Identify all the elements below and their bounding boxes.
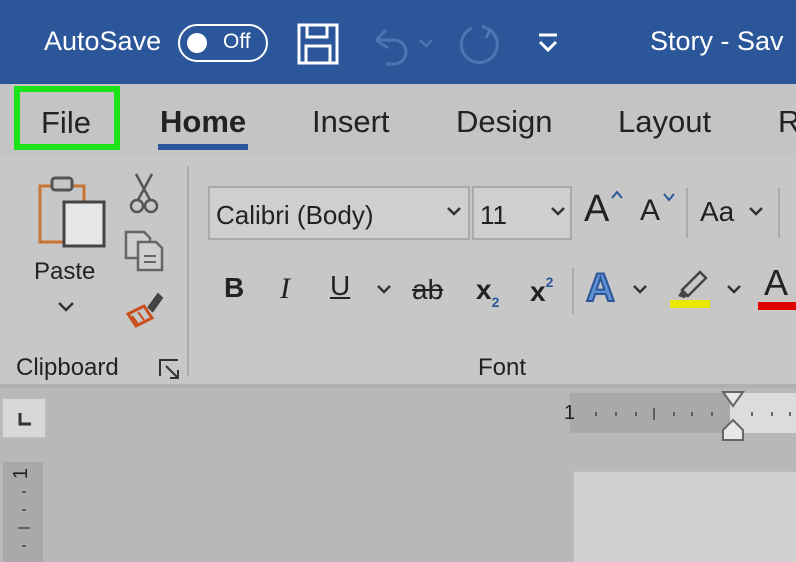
separator [572, 268, 574, 314]
toggle-knob [187, 33, 207, 53]
clipboard-group-label: Clipboard [16, 354, 119, 381]
copy-icon[interactable] [122, 228, 166, 272]
horizontal-ruler-ticks [595, 408, 791, 420]
superscript-base: x [530, 276, 546, 307]
italic-button[interactable]: I [280, 272, 290, 306]
tab-references-partial[interactable]: R [778, 104, 796, 140]
font-size-combo[interactable]: 11 [472, 186, 572, 240]
tab-home-selected-indicator [158, 144, 248, 150]
cut-icon[interactable] [128, 172, 160, 214]
tab-file[interactable]: File [14, 86, 120, 150]
document-page[interactable] [572, 470, 796, 562]
superscript-digit: 2 [545, 274, 554, 290]
chevron-down-icon[interactable] [550, 206, 566, 218]
dialog-launcher-icon[interactable] [158, 358, 182, 380]
autosave-label: AutoSave [44, 26, 162, 56]
clipboard-icon[interactable] [36, 174, 108, 250]
separator [778, 188, 780, 238]
format-painter-icon[interactable] [124, 288, 166, 328]
bold-button[interactable]: B [224, 272, 244, 304]
tab-selector-button[interactable] [2, 398, 46, 438]
font-color-button[interactable]: A [764, 262, 788, 304]
horizontal-ruler-number: 1 [564, 402, 576, 424]
font-name-value: Calibri (Body) [216, 200, 374, 230]
chevron-down-icon[interactable] [376, 284, 392, 296]
subscript-button[interactable]: x2 [476, 274, 499, 310]
undo-icon[interactable] [370, 22, 436, 66]
shrink-font-button[interactable]: A [640, 194, 660, 228]
autosave-toggle[interactable]: Off [178, 24, 268, 62]
caret-down-icon [663, 193, 675, 202]
chevron-down-icon[interactable] [748, 206, 764, 218]
chevron-down-icon[interactable] [726, 284, 742, 296]
chevron-down-icon[interactable] [446, 206, 462, 218]
highlighter-icon[interactable] [668, 266, 712, 310]
left-tab-stop-icon [18, 413, 31, 426]
underline-button[interactable]: U [330, 270, 350, 302]
title-bar: AutoSave Off Story - Sav [0, 0, 796, 84]
customize-quick-access-icon[interactable] [536, 32, 560, 56]
tab-file-label: File [41, 105, 91, 140]
superscript-button[interactable]: x2 [530, 274, 553, 308]
save-icon[interactable] [296, 22, 340, 66]
document-title: Story - Sav [650, 26, 784, 56]
strikethrough-button[interactable]: ab [412, 274, 443, 306]
vertical-ruler-number: 1 [10, 467, 33, 480]
ribbon-group-separator [187, 166, 189, 376]
font-color-swatch [758, 302, 796, 310]
font-group-label: Font [478, 354, 527, 381]
separator [686, 188, 688, 238]
tab-insert[interactable]: Insert [312, 104, 390, 140]
ribbon-tabs: File Home Insert Design Layout R [0, 84, 796, 156]
tab-layout[interactable]: Layout [618, 104, 711, 140]
font-size-value: 11 [480, 200, 507, 230]
tab-design[interactable]: Design [456, 104, 553, 140]
grow-font-button[interactable]: A [584, 188, 609, 231]
chevron-down-icon[interactable] [632, 284, 648, 296]
tab-home[interactable]: Home [160, 104, 246, 140]
redo-icon[interactable] [456, 22, 504, 70]
caret-up-icon [611, 190, 623, 199]
font-name-combo[interactable]: Calibri (Body) [208, 186, 470, 240]
text-effects-button[interactable]: A [585, 265, 616, 311]
subscript-digit: 2 [491, 294, 500, 310]
paste-chevron-icon[interactable] [56, 300, 76, 314]
paste-button[interactable]: Paste [34, 258, 95, 286]
subscript-base: x [476, 274, 492, 305]
vertical-ruler-ticks [18, 491, 30, 547]
change-case-button[interactable]: Aa [700, 196, 734, 228]
indent-marker-icon[interactable] [720, 390, 746, 442]
autosave-state: Off [223, 30, 251, 53]
